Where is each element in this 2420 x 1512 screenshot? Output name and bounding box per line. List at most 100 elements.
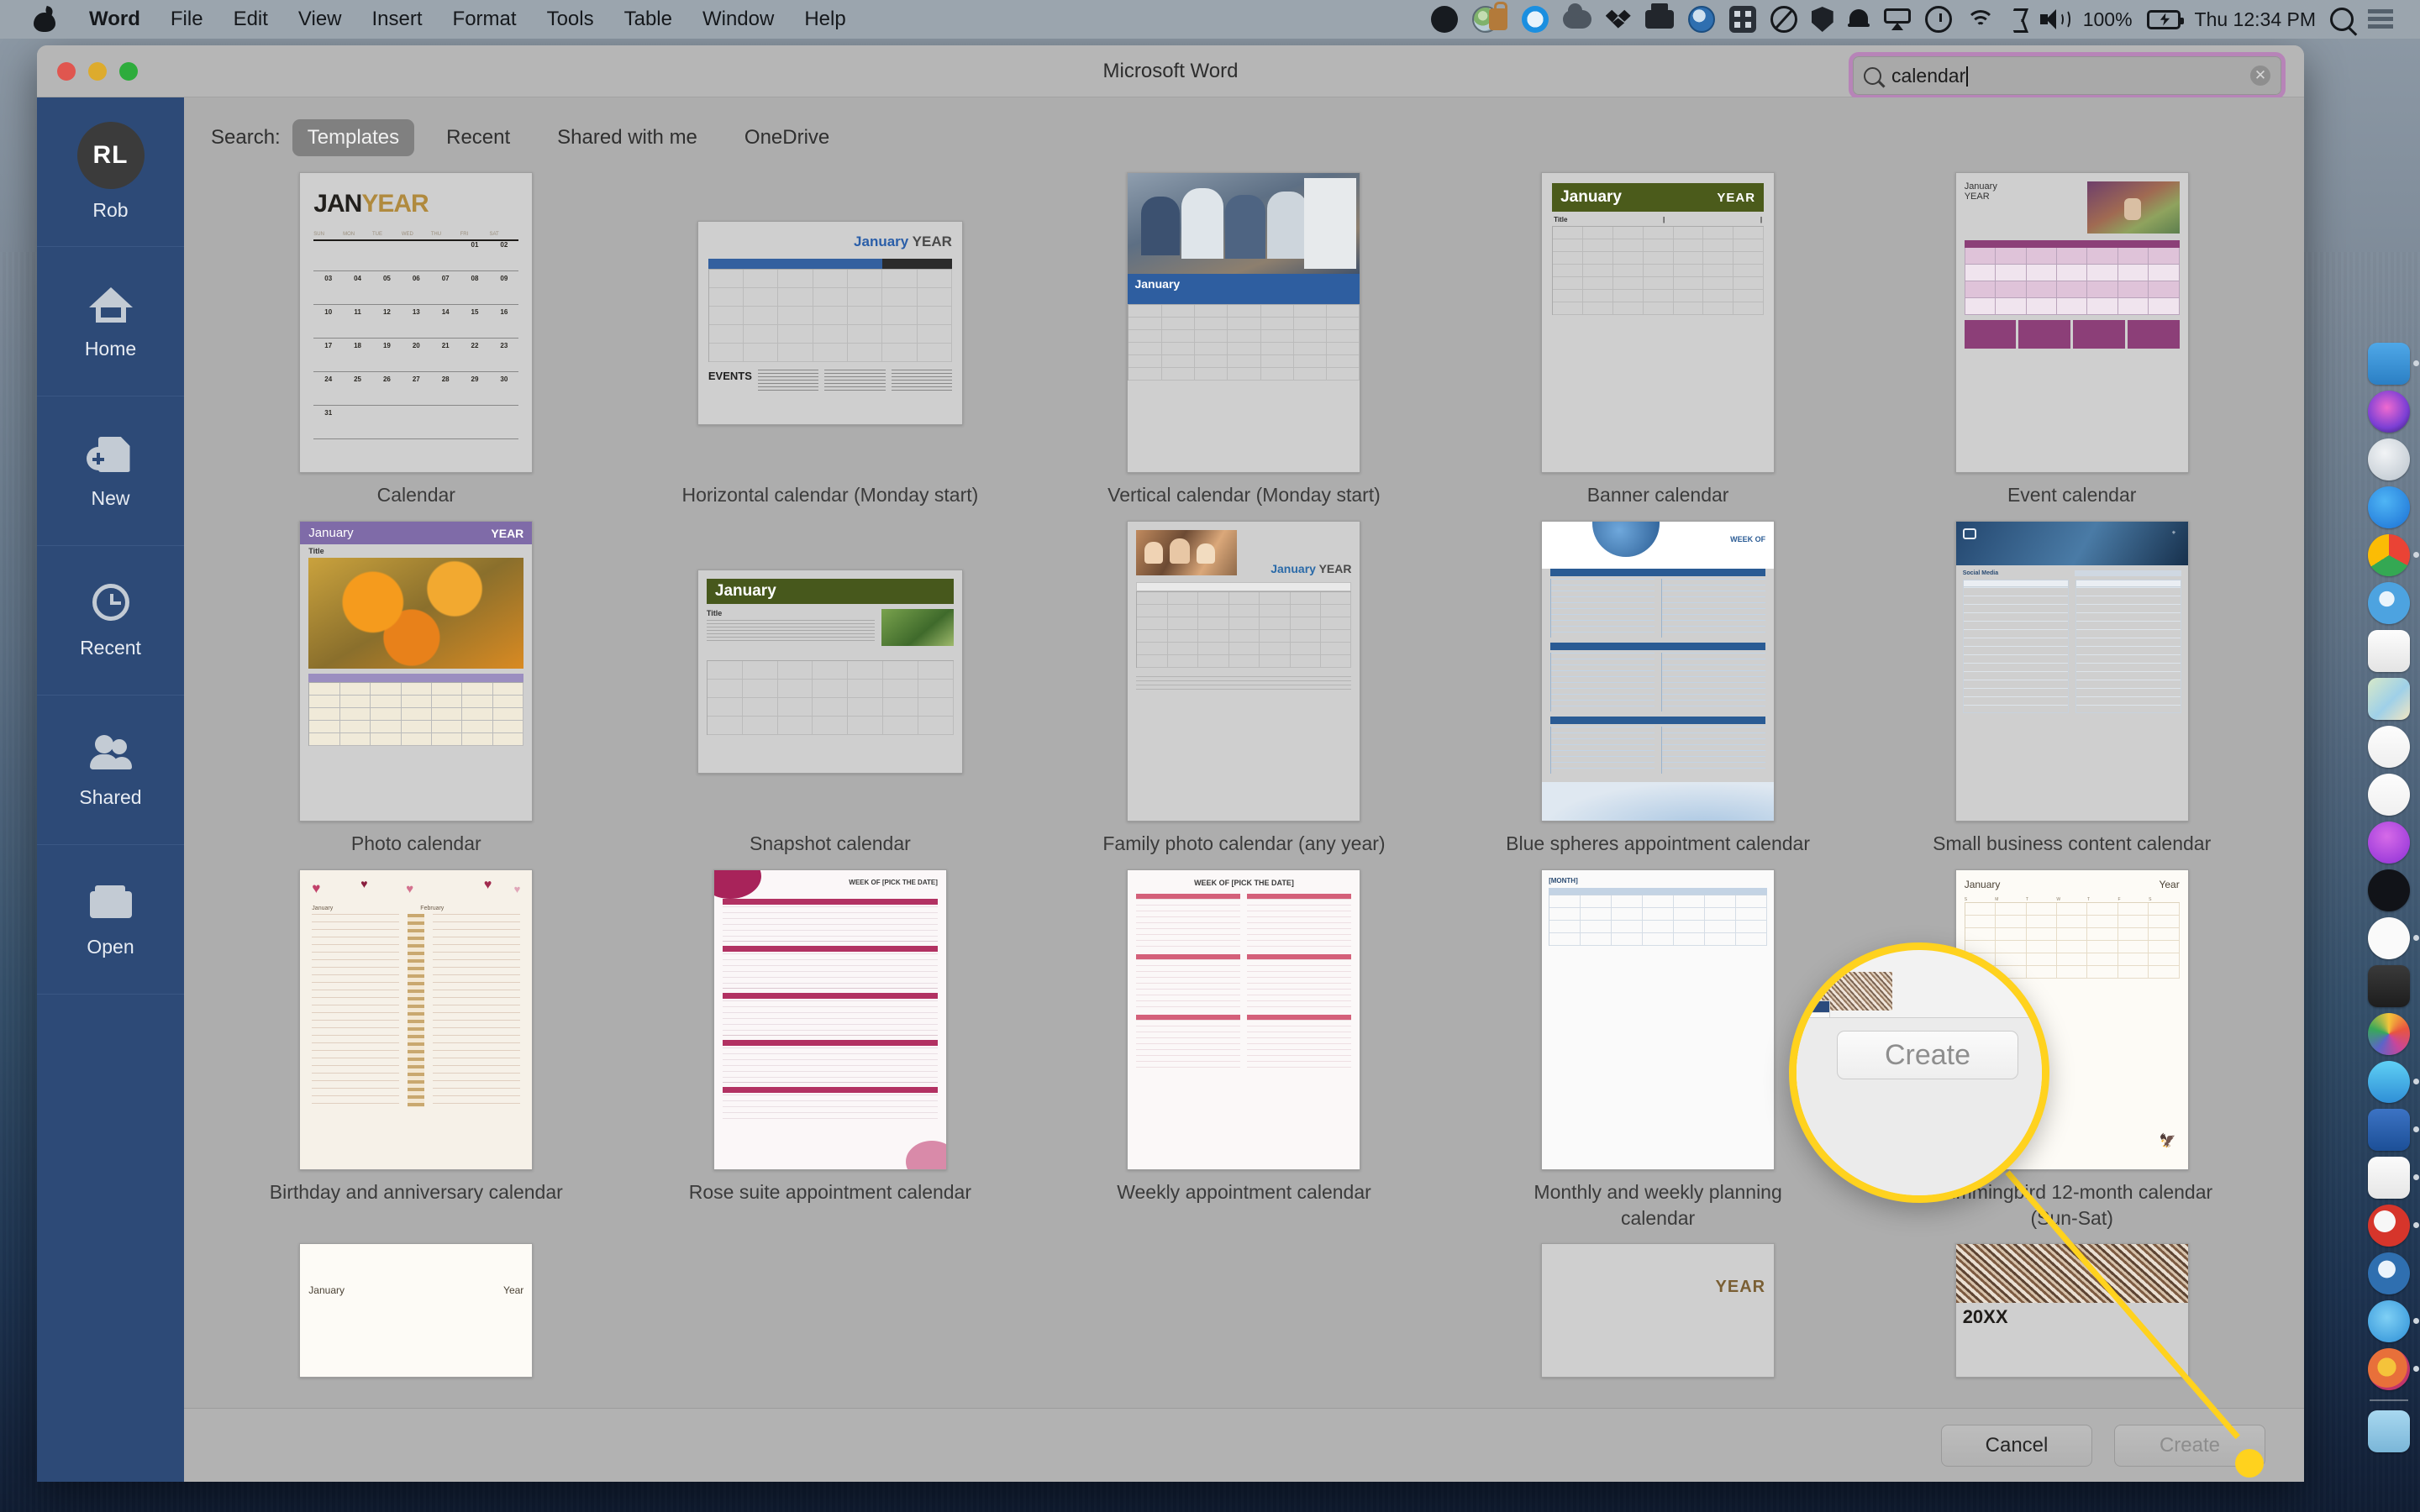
word-icon[interactable]: [2368, 1109, 2419, 1151]
time-machine-icon[interactable]: [1924, 6, 1952, 33]
template-card[interactable]: JANYEAR SUN MON TUE WED THU FRI SAT 01 02: [209, 171, 623, 520]
template-card[interactable]: January YEAR: [1865, 171, 2279, 520]
template-card[interactable]: WEEK OF [PICK THE DATE]: [623, 869, 1038, 1243]
template-thumbnail[interactable]: ♥ ♥ ♥ ♥ ♥ January February: [299, 869, 534, 1171]
app-store-icon[interactable]: [2368, 486, 2410, 528]
tab-templates[interactable]: Templates: [292, 119, 415, 156]
template-thumbnail[interactable]: WEEK OF [PICK THE DATE]: [713, 869, 947, 1171]
template-thumbnail[interactable]: January YEAR Title | |: [1541, 172, 1776, 473]
template-thumbnail[interactable]: January Year: [299, 1243, 534, 1378]
apple-menu-icon[interactable]: [34, 5, 55, 32]
earth-lock-icon[interactable]: [1471, 2, 1507, 33]
volume-icon[interactable]: [2039, 8, 2070, 30]
reminders-icon[interactable]: [2368, 630, 2410, 672]
twitter-icon[interactable]: [2368, 1300, 2419, 1342]
template-thumbnail[interactable]: JANYEAR SUN MON TUE WED THU FRI SAT 01 02: [299, 172, 534, 473]
chrome-icon[interactable]: [2368, 534, 2419, 576]
app-grid-icon[interactable]: [1728, 6, 1756, 33]
menu-item-tools[interactable]: Tools: [532, 0, 609, 39]
shield-icon[interactable]: [1811, 7, 1833, 32]
template-card[interactable]: WEEK OF Blue spheres appointment calenda…: [1451, 520, 1865, 869]
template-card[interactable]: January Vertical calendar (Monday start): [1037, 171, 1451, 520]
globe-icon[interactable]: [1687, 6, 1715, 33]
menu-item-view[interactable]: View: [283, 0, 357, 39]
template-card[interactable]: ⚜ Social Media Small business content ca…: [1865, 520, 2279, 869]
template-thumbnail[interactable]: WEEK OF [PICK THE DATE]: [1127, 869, 1361, 1171]
template-card[interactable]: January YEAR: [623, 171, 1038, 520]
menu-item-word[interactable]: Word: [74, 0, 155, 39]
template-thumbnail[interactable]: [MONTH]: [1541, 869, 1776, 1171]
photos-icon[interactable]: [2368, 1013, 2410, 1055]
acrobat-icon[interactable]: [2368, 1205, 2419, 1247]
menu-item-table[interactable]: Table: [609, 0, 687, 39]
sidebar-item-new[interactable]: New: [37, 396, 184, 546]
sidebar-item-home[interactable]: Home: [37, 247, 184, 396]
search-input-value[interactable]: calendar: [1891, 65, 2240, 87]
blue-clock-icon[interactable]: [1521, 6, 1549, 33]
tab-recent[interactable]: Recent: [431, 119, 525, 156]
menu-item-file[interactable]: File: [155, 0, 218, 39]
sidebar-item-shared[interactable]: Shared: [37, 696, 184, 845]
siri-icon[interactable]: [2368, 391, 2410, 433]
template-card[interactable]: January YEAR Title | | Banner calendar: [1451, 171, 1865, 520]
template-card[interactable]: January YEAR: [1037, 520, 1451, 869]
template-thumbnail[interactable]: 20XX: [1954, 1243, 2189, 1378]
sidebar-item-open[interactable]: Open: [37, 845, 184, 995]
template-thumbnail[interactable]: January YEAR: [1127, 521, 1361, 822]
notes-icon[interactable]: [2368, 1157, 2419, 1199]
dark-dot-icon[interactable]: [1430, 6, 1458, 33]
template-card[interactable]: January YEAR Title Photo calendar: [209, 520, 623, 869]
cancel-button[interactable]: Cancel: [1941, 1424, 2092, 1467]
template-card[interactable]: January Year: [209, 1243, 623, 1378]
template-thumbnail[interactable]: January YEAR Title: [299, 521, 534, 822]
cloud-icon[interactable]: [1562, 3, 1591, 29]
menu-item-window[interactable]: Window: [687, 0, 789, 39]
messages-icon[interactable]: [2368, 1061, 2419, 1103]
template-card[interactable]: 20XX: [1865, 1243, 2279, 1378]
fax-icon[interactable]: [1644, 3, 1674, 29]
no-entry-icon[interactable]: [1770, 6, 1797, 33]
sidebar-item-recent[interactable]: Recent: [37, 546, 184, 696]
template-thumbnail[interactable]: YEAR: [1541, 1243, 1776, 1378]
music-icon[interactable]: [2368, 774, 2410, 816]
tab-onedrive[interactable]: OneDrive: [729, 119, 844, 156]
template-thumbnail[interactable]: ⚜ Social Media: [1954, 521, 2189, 822]
podcasts-icon[interactable]: [2368, 822, 2410, 864]
template-thumbnail[interactable]: January: [1127, 172, 1361, 473]
callout-create-button[interactable]: Create: [1837, 1031, 2018, 1079]
menu-item-insert[interactable]: Insert: [357, 0, 438, 39]
menu-bar-clock[interactable]: Thu 12:34 PM: [2195, 8, 2316, 31]
downloads-folder-icon[interactable]: [2368, 1410, 2410, 1452]
bluetooth-icon[interactable]: [2009, 7, 2026, 32]
sidebar-item-account[interactable]: RL Rob: [37, 97, 184, 247]
news-icon[interactable]: [2368, 726, 2410, 768]
template-card[interactable]: January Title Snapshot calendar: [623, 520, 1038, 869]
menu-item-help[interactable]: Help: [789, 0, 860, 39]
template-thumbnail[interactable]: January Title: [697, 569, 963, 774]
launchpad-icon[interactable]: [2368, 438, 2410, 480]
template-card[interactable]: YEAR: [1451, 1243, 1865, 1378]
menu-item-format[interactable]: Format: [438, 0, 532, 39]
tab-shared-with-me[interactable]: Shared with me: [542, 119, 713, 156]
adobe-icon[interactable]: [2368, 965, 2410, 1007]
bell-icon[interactable]: [1847, 8, 1870, 31]
dropbox-icon[interactable]: [1605, 9, 1631, 29]
template-thumbnail[interactable]: January YEAR: [1954, 172, 2189, 473]
apple-tv-icon[interactable]: [2368, 869, 2410, 911]
clear-search-icon[interactable]: ✕: [2250, 66, 2270, 86]
safari-icon[interactable]: [2368, 582, 2410, 624]
template-thumbnail[interactable]: January YEAR: [697, 220, 963, 425]
finder-icon[interactable]: [2368, 343, 2419, 385]
firefox-icon[interactable]: [2368, 1348, 2419, 1390]
template-card[interactable]: ♥ ♥ ♥ ♥ ♥ January February Birthday and …: [209, 869, 623, 1243]
spotlight-search-icon[interactable]: [2330, 8, 2354, 31]
wifi-icon[interactable]: [1965, 8, 1995, 30]
maps-icon[interactable]: [2368, 678, 2410, 720]
airplay-icon[interactable]: [1883, 8, 1911, 30]
template-card[interactable]: WEEK OF [PICK THE DATE]: [1037, 869, 1451, 1243]
template-thumbnail[interactable]: WEEK OF: [1541, 521, 1776, 822]
template-search-field[interactable]: calendar ✕: [1853, 56, 2281, 95]
slack-icon[interactable]: [2368, 917, 2419, 959]
preview-icon[interactable]: [2368, 1252, 2410, 1294]
menu-item-edit[interactable]: Edit: [218, 0, 283, 39]
